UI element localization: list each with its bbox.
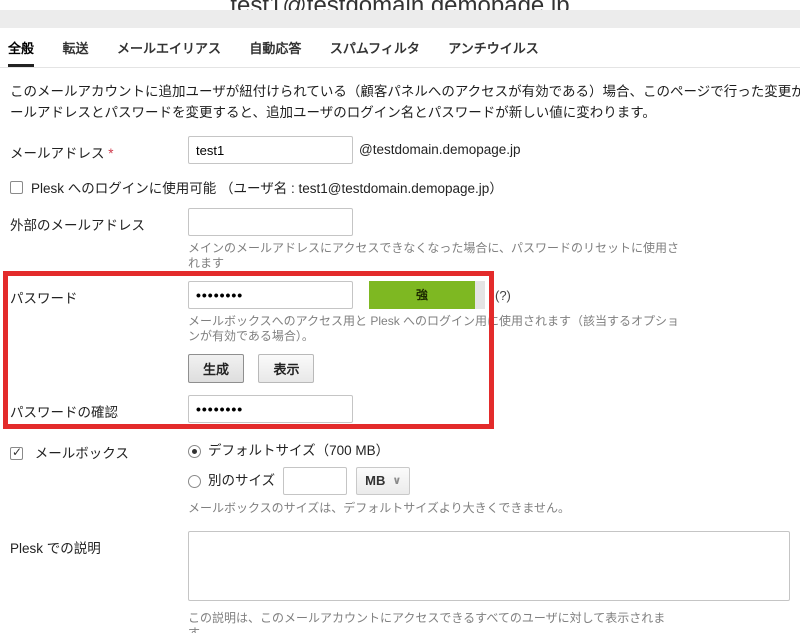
other-size-radio[interactable] (188, 475, 201, 488)
plesk-login-checkbox[interactable] (10, 181, 23, 194)
password-section: パスワード 強 (?) メールボックスへのアクセス用と Plesk へのログイン… (0, 281, 800, 423)
toolbar-band (0, 10, 800, 28)
plesk-login-row[interactable]: Plesk へのログインに使用可能 （ユーザ名 : test1@testdoma… (0, 177, 800, 197)
default-size-label: デフォルトサイズ（700 MB） (208, 441, 389, 461)
password-help-link[interactable]: (?) (495, 288, 511, 303)
tab-mail-aliases[interactable]: メールエイリアス (117, 38, 221, 67)
other-size-input[interactable] (283, 467, 347, 495)
mailbox-label: メールボックス (35, 446, 129, 461)
description-label: Plesk での説明 (10, 531, 188, 557)
default-size-radio[interactable] (188, 445, 201, 458)
show-password-button[interactable]: 表示 (258, 354, 314, 383)
mailbox-checkbox[interactable] (10, 447, 23, 460)
external-email-label: 外部のメールアドレス (10, 208, 188, 234)
password-confirm-input[interactable] (188, 395, 353, 423)
description-textarea[interactable] (188, 531, 790, 601)
tab-spam-filter[interactable]: スパムフィルタ (330, 38, 420, 67)
external-email-control: メインのメールアドレスにアクセスできなくなった場合に、パスワードのリセットに使用… (188, 208, 800, 271)
password-confirm-label: パスワードの確認 (10, 395, 188, 421)
chevron-down-icon: ∨ (392, 471, 401, 491)
intro-line-1: このメールアカウントに追加ユーザが紐付けられている（顧客パネルへのアクセスが有効… (10, 81, 800, 102)
tab-auto-reply[interactable]: 自動応答 (249, 38, 301, 67)
external-email-row: 外部のメールアドレス メインのメールアドレスにアクセスできなくなった場合に、パス… (0, 208, 800, 271)
mailbox-row: メールボックス デフォルトサイズ（700 MB） 別のサイズ MB ∨ メールボ… (0, 441, 800, 516)
tab-general[interactable]: 全般 (8, 38, 34, 67)
required-asterisk: * (108, 146, 113, 161)
password-control: 強 (?) メールボックスへのアクセス用と Plesk へのログイン用に使用され… (188, 281, 800, 383)
password-label: パスワード (10, 281, 188, 307)
mailbox-control: デフォルトサイズ（700 MB） 別のサイズ MB ∨ メールボックスのサイズは… (188, 441, 800, 516)
password-confirm-row: パスワードの確認 (0, 395, 800, 423)
email-row: メールアドレス * @testdomain.demopage.jp (0, 136, 800, 164)
email-input[interactable] (188, 136, 353, 164)
tab-bar: 全般 転送 メールエイリアス 自動応答 スパムフィルタ アンチウイルス (0, 28, 800, 68)
size-unit-value: MB (365, 471, 385, 491)
default-size-option[interactable]: デフォルトサイズ（700 MB） (188, 441, 800, 461)
tab-forwarding[interactable]: 転送 (62, 38, 88, 67)
description-control: この説明は、このメールアカウントにアクセスできるすべてのユーザに対して表示されま… (188, 531, 800, 633)
external-email-hint: メインのメールアドレスにアクセスできなくなった場合に、パスワードのリセットに使用… (188, 241, 800, 271)
password-confirm-control (188, 395, 800, 423)
size-unit-select[interactable]: MB ∨ (356, 467, 410, 495)
password-strength-meter: 強 (369, 281, 485, 309)
intro-line-2: ールアドレスとパスワードを変更すると、追加ユーザのログイン名とパスワードが新しい… (10, 102, 800, 123)
mailbox-hint: メールボックスのサイズは、デフォルトサイズより大きくできません。 (188, 501, 800, 516)
external-email-input[interactable] (188, 208, 353, 236)
general-settings-form: このメールアカウントに追加ユーザが紐付けられている（顧客パネルへのアクセスが有効… (0, 81, 800, 633)
tab-antivirus[interactable]: アンチウイルス (448, 38, 538, 67)
description-row: Plesk での説明 この説明は、このメールアカウントにアクセスできるすべてのユ… (0, 531, 800, 633)
plesk-login-label: Plesk へのログインに使用可能 （ユーザ名 : test1@testdoma… (31, 177, 503, 197)
generate-password-button[interactable]: 生成 (188, 354, 244, 383)
intro-text: このメールアカウントに追加ユーザが紐付けられている（顧客パネルへのアクセスが有効… (10, 81, 800, 123)
password-buttons: 生成 表示 (188, 354, 800, 383)
clipped-page-title: test1@testdomain.demopage.jp (0, 0, 800, 10)
email-label: メールアドレス * (10, 136, 188, 162)
password-input[interactable] (188, 281, 353, 309)
other-size-label: 別のサイズ (208, 471, 275, 491)
email-control: @testdomain.demopage.jp (188, 136, 800, 164)
email-domain-suffix: @testdomain.demopage.jp (359, 136, 521, 164)
other-size-option[interactable]: 別のサイズ MB ∨ (188, 467, 800, 495)
description-hint: この説明は、このメールアカウントにアクセスできるすべてのユーザに対して表示されま… (188, 611, 800, 633)
password-row: パスワード 強 (?) メールボックスへのアクセス用と Plesk へのログイン… (0, 281, 800, 383)
password-hint: メールボックスへのアクセス用と Plesk へのログイン用に使用されます（該当す… (188, 314, 800, 344)
mailbox-label-group[interactable]: メールボックス (10, 441, 188, 462)
password-strength-fill: 強 (369, 281, 475, 309)
